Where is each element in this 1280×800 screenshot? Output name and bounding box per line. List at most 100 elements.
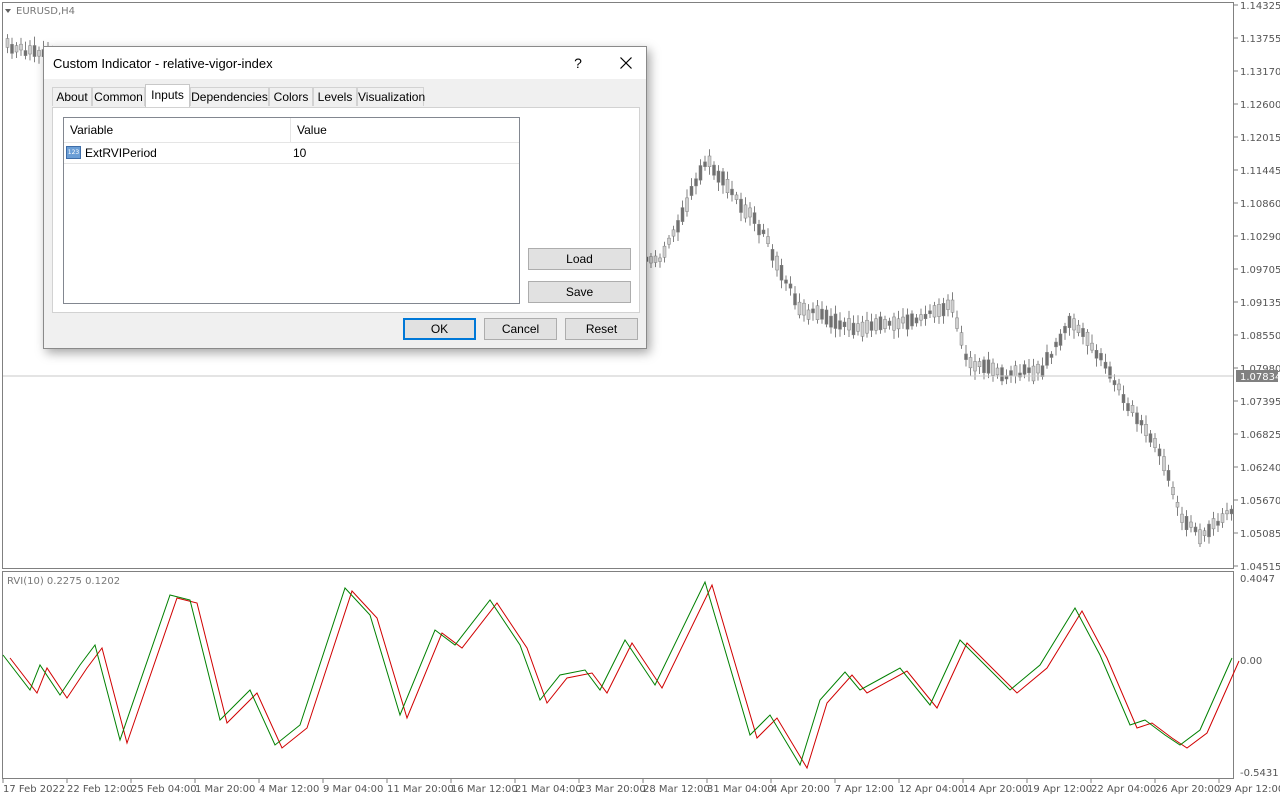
- candle-body: [671, 229, 676, 237]
- candle-body: [941, 303, 946, 317]
- time-tick-label: 25 Feb 04:00: [131, 784, 197, 795]
- candle-body: [905, 314, 910, 330]
- candle-body: [824, 309, 829, 325]
- candle-body: [1112, 380, 1117, 386]
- load-button[interactable]: Load: [528, 248, 631, 270]
- candle-body: [1031, 365, 1036, 382]
- candle-body: [959, 332, 964, 346]
- candle-body: [1103, 361, 1108, 369]
- candle-body: [820, 308, 824, 320]
- candle-body: [1121, 394, 1126, 404]
- candle-body: [1162, 456, 1166, 472]
- column-separator[interactable]: [290, 118, 291, 142]
- tab-colors[interactable]: Colors: [269, 87, 313, 106]
- candle-body: [667, 237, 671, 245]
- candle-body: [662, 245, 667, 258]
- price-tick-label: 1.05085: [1240, 529, 1280, 540]
- candle-body: [874, 318, 878, 331]
- candle-body: [1049, 353, 1054, 358]
- dialog-title: Custom Indicator - relative-vigor-index: [53, 56, 273, 71]
- candle-body: [1166, 470, 1171, 481]
- time-tick-label: 14 Apr 20:00: [963, 784, 1028, 795]
- candle-body: [788, 283, 793, 289]
- time-tick-label: 29 Apr 12:00: [1219, 784, 1280, 795]
- help-button[interactable]: ?: [566, 47, 590, 79]
- indicator-tick-label: 0.4047: [1240, 574, 1275, 585]
- time-tick-label: 7 Apr 12:00: [835, 784, 894, 795]
- candle-body: [1148, 433, 1153, 443]
- candle-body: [23, 50, 28, 56]
- candle-body: [1036, 363, 1040, 374]
- candle-body: [707, 155, 712, 167]
- tab-about[interactable]: About: [52, 87, 92, 106]
- candle-body: [928, 310, 932, 315]
- candle-body: [1225, 510, 1229, 515]
- tab-visualization[interactable]: Visualization: [357, 87, 425, 106]
- reset-button[interactable]: Reset: [565, 318, 638, 340]
- candle-body: [856, 323, 860, 332]
- time-tick-label: 1 Mar 20:00: [195, 784, 255, 795]
- candle-body: [680, 207, 685, 222]
- column-value[interactable]: Value: [297, 118, 327, 142]
- candle-body: [815, 305, 820, 320]
- time-tick-label: 26 Apr 20:00: [1155, 784, 1220, 795]
- candle-body: [1067, 315, 1072, 328]
- candle-body: [910, 313, 914, 327]
- indicator-tick-label: -0.5431: [1240, 768, 1279, 779]
- price-tick-label: 1.10860: [1240, 199, 1280, 210]
- candle-body: [1063, 326, 1067, 334]
- variable-value[interactable]: 10: [293, 143, 306, 163]
- time-tick-label: 28 Mar 12:00: [643, 784, 710, 795]
- candle-body: [1000, 367, 1004, 382]
- candle-body: [995, 367, 1000, 376]
- candle-body: [28, 45, 32, 55]
- candle-body: [716, 170, 721, 183]
- tab-dependencies[interactable]: Dependencies: [190, 87, 269, 106]
- candle-body: [1229, 508, 1234, 515]
- time-tick-label: 21 Mar 04:00: [515, 784, 582, 795]
- close-button[interactable]: [606, 47, 646, 79]
- time-tick-label: 12 Apr 04:00: [899, 784, 964, 795]
- candle-body: [1085, 331, 1090, 346]
- tab-levels[interactable]: Levels: [313, 87, 357, 106]
- candle-body: [1180, 513, 1184, 523]
- candle-body: [1009, 370, 1013, 377]
- price-tick-label: 1.14325: [1240, 1, 1280, 12]
- candle-body: [860, 321, 865, 337]
- indicator-label: RVI(10) 0.2275 0.1202: [7, 576, 120, 587]
- tab-common[interactable]: Common: [92, 87, 145, 106]
- dialog-title-bar[interactable]: Custom Indicator - relative-vigor-index …: [44, 47, 646, 79]
- candle-body: [649, 256, 653, 264]
- candle-body: [923, 313, 928, 320]
- time-tick-label: 31 Mar 04:00: [707, 784, 774, 795]
- symbol-label: EURUSD,H4: [16, 6, 75, 17]
- candle-body: [10, 44, 14, 54]
- table-row[interactable]: 123 ExtRVIPeriod 10: [64, 143, 519, 164]
- candle-body: [1202, 530, 1207, 536]
- candle-body: [1108, 366, 1112, 379]
- variable-name: ExtRVIPeriod: [85, 146, 157, 160]
- candle-body: [1076, 324, 1081, 333]
- candle-body: [694, 178, 698, 187]
- candle-body: [842, 321, 847, 328]
- save-button[interactable]: Save: [528, 281, 631, 303]
- cancel-button[interactable]: Cancel: [484, 318, 557, 340]
- candle-body: [1144, 424, 1148, 436]
- candle-body: [964, 353, 968, 360]
- column-variable[interactable]: Variable: [70, 118, 113, 142]
- candle-body: [883, 319, 887, 329]
- candle-body: [1054, 341, 1058, 348]
- candle-body: [793, 293, 797, 306]
- tab-inputs[interactable]: Inputs: [145, 84, 190, 107]
- candle-body: [730, 188, 734, 196]
- ok-button[interactable]: OK: [403, 318, 476, 340]
- candle-body: [676, 220, 680, 233]
- inputs-table-header: Variable Value: [64, 118, 519, 143]
- candle-body: [932, 305, 937, 318]
- candle-body: [1117, 383, 1121, 391]
- candle-body: [1175, 502, 1180, 508]
- candle-body: [991, 362, 995, 376]
- price-tick-label: 1.11445: [1240, 166, 1280, 177]
- candle-body: [784, 279, 788, 284]
- candle-body: [775, 255, 779, 271]
